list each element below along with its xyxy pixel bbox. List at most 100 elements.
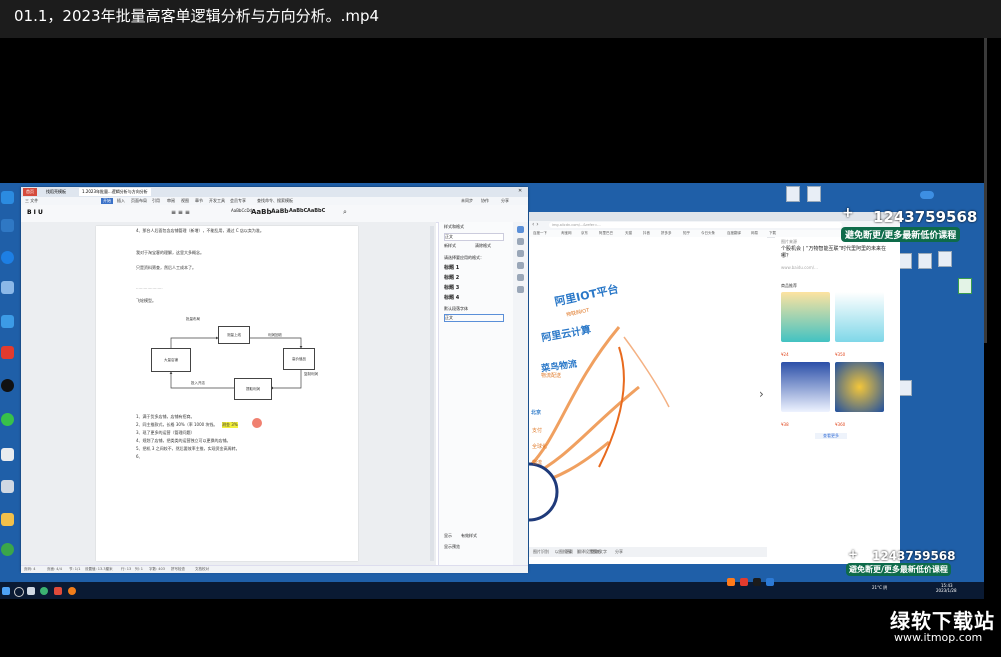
preview-checkbox[interactable]: 显示预览 (444, 544, 460, 550)
style-heading-2[interactable]: 标题 2 (444, 274, 459, 281)
desktop-icon[interactable] (1, 448, 14, 461)
tool-icon[interactable] (517, 250, 524, 257)
status-proof[interactable]: 文档校对 (195, 567, 209, 572)
wps-writer-window[interactable]: 首页 找稻壳模板 1.2023年批量...逻辑分析与方向分析 ✕ 三 文件 开始… (21, 187, 528, 573)
bookmark[interactable]: 百度一下 (533, 231, 547, 236)
bookmark[interactable]: 京东 (581, 231, 588, 236)
bookmark[interactable]: 淘宝网 (561, 231, 572, 236)
menu-collab[interactable]: 协作 (481, 198, 489, 204)
mindmap-image[interactable]: 阿里IOT平台 物联网IOT 阿里云计算 菜鸟物流 物流配送 北京 支付 全球化… (529, 237, 767, 547)
desktop-icon[interactable] (1, 346, 14, 359)
current-style[interactable]: 正文 (444, 233, 504, 241)
search-icon[interactable]: ⌕ (343, 208, 347, 217)
style-heading-4[interactable]: 标题 4 (444, 294, 459, 301)
tray-icon[interactable] (766, 578, 774, 586)
cloud-icon[interactable] (920, 191, 934, 199)
close-icon[interactable]: ✕ (518, 188, 522, 194)
menu-file[interactable]: 三 文件 (25, 198, 38, 204)
document-area[interactable]: 4、那台人后面包含店铺管理（新增），不能乱用，通过 C 店以卖为准。 我对于淘宝… (21, 222, 436, 565)
menu-start[interactable]: 开始 (101, 198, 113, 204)
file-icon[interactable] (918, 253, 932, 269)
desktop-icon[interactable] (1, 191, 14, 204)
desktop-icon[interactable] (1, 251, 14, 264)
tray-icon[interactable] (740, 578, 748, 586)
tray-icon[interactable] (727, 578, 735, 586)
menu-devtools[interactable]: 开发工具 (209, 198, 225, 204)
bookmark[interactable]: 今日头条 (701, 231, 715, 236)
scrollbar[interactable] (984, 38, 987, 343)
file-icon[interactable] (898, 253, 912, 269)
style-heading1[interactable]: AaBb (251, 208, 272, 216)
document-page[interactable]: 4、那台人后面包含店铺管理（新增），不能乱用，通过 C 店以卖为准。 我对于淘宝… (96, 226, 358, 561)
bookmark[interactable]: 百度翻译 (727, 231, 741, 236)
style-heading-3[interactable]: 标题 3 (444, 284, 459, 291)
desktop-icon[interactable] (1, 315, 14, 328)
bookmark[interactable]: 抖音 (643, 231, 650, 236)
show-select[interactable]: 有效样式 (461, 533, 477, 539)
desktop-icon[interactable] (1, 480, 14, 493)
taskview-icon[interactable] (27, 587, 35, 595)
clear-format-button[interactable]: 清除格式 (475, 243, 491, 249)
video-frame[interactable]: 首页 找稻壳模板 1.2023年批量...逻辑分析与方向分析 ✕ 三 文件 开始… (0, 183, 984, 599)
search-command[interactable]: 查找命令、搜索模板 (257, 198, 293, 204)
style-normal[interactable]: AaBbCcDd (231, 208, 252, 213)
browser-icon[interactable] (40, 587, 48, 595)
file-icon[interactable] (786, 186, 800, 202)
menu-review[interactable]: 审阅 (167, 198, 175, 204)
tool-icon[interactable] (517, 238, 524, 245)
viewer-action[interactable]: 设置壁纸 (585, 549, 601, 555)
image-headline[interactable]: 个股机会 | “万物智能互联”时代里阿里的未来在哪？ (781, 246, 891, 260)
bookmark[interactable]: 拼多多 (661, 231, 672, 236)
weather[interactable]: 21°C 阴 (872, 585, 887, 591)
styles-pane[interactable]: 样式和格式 正文 新样式 清除格式 请选择要应用的格式： 标题 1 标题 2 标… (438, 222, 513, 565)
tray-icon[interactable] (753, 578, 761, 586)
bookmark[interactable]: 知乎 (683, 231, 690, 236)
file-icon[interactable] (807, 186, 821, 202)
product-card[interactable] (781, 292, 830, 342)
back-icon[interactable]: ‹ › (532, 221, 539, 228)
default-font-style[interactable]: 默认段落字体 (444, 306, 468, 312)
menu-view[interactable]: 视图 (181, 198, 189, 204)
wps-icon[interactable] (54, 587, 62, 595)
font-bold-icon[interactable]: B I U (27, 209, 43, 216)
tab-document[interactable]: 1.2023年批量...逻辑分析与方向分析 (79, 188, 151, 196)
folder-icon[interactable] (1, 513, 14, 526)
search-icon[interactable] (14, 587, 24, 597)
product-card[interactable] (835, 292, 884, 342)
app-icon[interactable] (68, 587, 76, 595)
menu-reference[interactable]: 引用 (152, 198, 160, 204)
viewer-action[interactable]: 下载 (565, 549, 573, 555)
tool-icon[interactable] (517, 226, 524, 233)
desktop-icon[interactable] (1, 281, 14, 294)
status-spell[interactable]: 拼写检查 (171, 567, 185, 572)
file-icon[interactable] (898, 380, 912, 396)
bookmark[interactable]: 网易 (751, 231, 758, 236)
file-icon[interactable] (938, 251, 952, 267)
tab-home[interactable]: 首页 (23, 188, 37, 196)
clock-date[interactable]: 2023/1/28 (936, 588, 957, 593)
desktop-icon[interactable] (1, 219, 14, 232)
bookmark[interactable]: 下载 (769, 231, 776, 236)
desktop-icon[interactable] (1, 543, 14, 556)
viewer-action[interactable]: 分享 (615, 549, 623, 555)
menu-insert[interactable]: 插入 (117, 198, 125, 204)
browser-window[interactable]: ‹ › img.alicdn.com/...&refer=... 百度一下 淘宝… (529, 212, 900, 564)
menu-share[interactable]: 分享 (501, 198, 509, 204)
view-more-link[interactable]: 查看更多 (815, 433, 847, 439)
product-card[interactable] (835, 362, 884, 412)
next-image-icon[interactable]: › (759, 387, 764, 401)
menu-member[interactable]: 会员专享 (230, 198, 246, 204)
qq-icon[interactable] (1, 379, 14, 392)
new-style-button[interactable]: 新样式 (444, 243, 456, 249)
menu-unsynced[interactable]: 未同步 (461, 198, 473, 204)
bookmark[interactable]: 阿里巴巴 (599, 231, 613, 236)
wechat-icon[interactable] (1, 413, 14, 426)
menu-section[interactable]: 章节 (195, 198, 203, 204)
tool-icon[interactable] (517, 286, 524, 293)
excel-file-icon[interactable] (958, 278, 972, 294)
tool-icon[interactable] (517, 274, 524, 281)
url-field[interactable]: img.alicdn.com/...&refer=... (549, 222, 842, 228)
vertical-scrollbar[interactable] (430, 226, 434, 561)
bookmark[interactable]: 天猫 (625, 231, 632, 236)
start-icon[interactable] (2, 587, 10, 595)
